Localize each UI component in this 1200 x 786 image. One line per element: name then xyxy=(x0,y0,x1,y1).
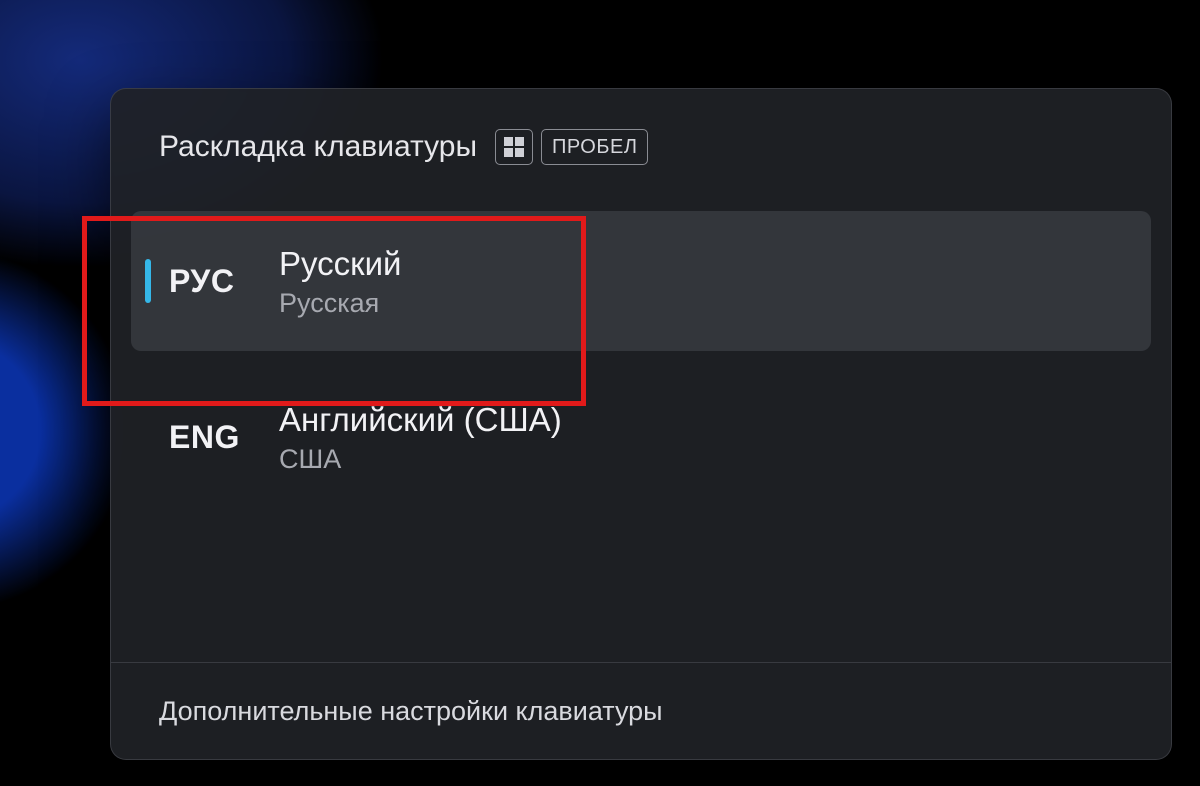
more-keyboard-settings-link[interactable]: Дополнительные настройки клавиатуры xyxy=(159,696,663,727)
windows-key-icon xyxy=(495,129,533,165)
flyout-title: Раскладка клавиатуры xyxy=(159,130,477,164)
layout-name: Русский xyxy=(279,243,401,284)
layout-variant: Русская xyxy=(279,288,401,319)
layout-list: РУС Русский Русская ENG Английский (США)… xyxy=(111,185,1171,507)
layout-code: ENG xyxy=(169,419,279,456)
keyboard-layout-flyout: Раскладка клавиатуры ПРОБЕЛ РУС Русский … xyxy=(110,88,1172,760)
layout-item-russian[interactable]: РУС Русский Русская xyxy=(131,211,1151,351)
layout-text: Английский (США) США xyxy=(279,399,562,475)
layout-name: Английский (США) xyxy=(279,399,562,440)
active-indicator xyxy=(145,259,151,303)
flyout-footer: Дополнительные настройки клавиатуры xyxy=(111,662,1171,759)
windows-logo-icon xyxy=(504,137,524,157)
spacebar-key-label: ПРОБЕЛ xyxy=(541,129,648,165)
layout-text: Русский Русская xyxy=(279,243,401,319)
flyout-header: Раскладка клавиатуры ПРОБЕЛ xyxy=(111,89,1171,185)
shortcut-hint: ПРОБЕЛ xyxy=(495,129,648,165)
layout-item-english-us[interactable]: ENG Английский (США) США xyxy=(131,367,1151,507)
layout-code: РУС xyxy=(169,263,279,300)
layout-variant: США xyxy=(279,444,562,475)
